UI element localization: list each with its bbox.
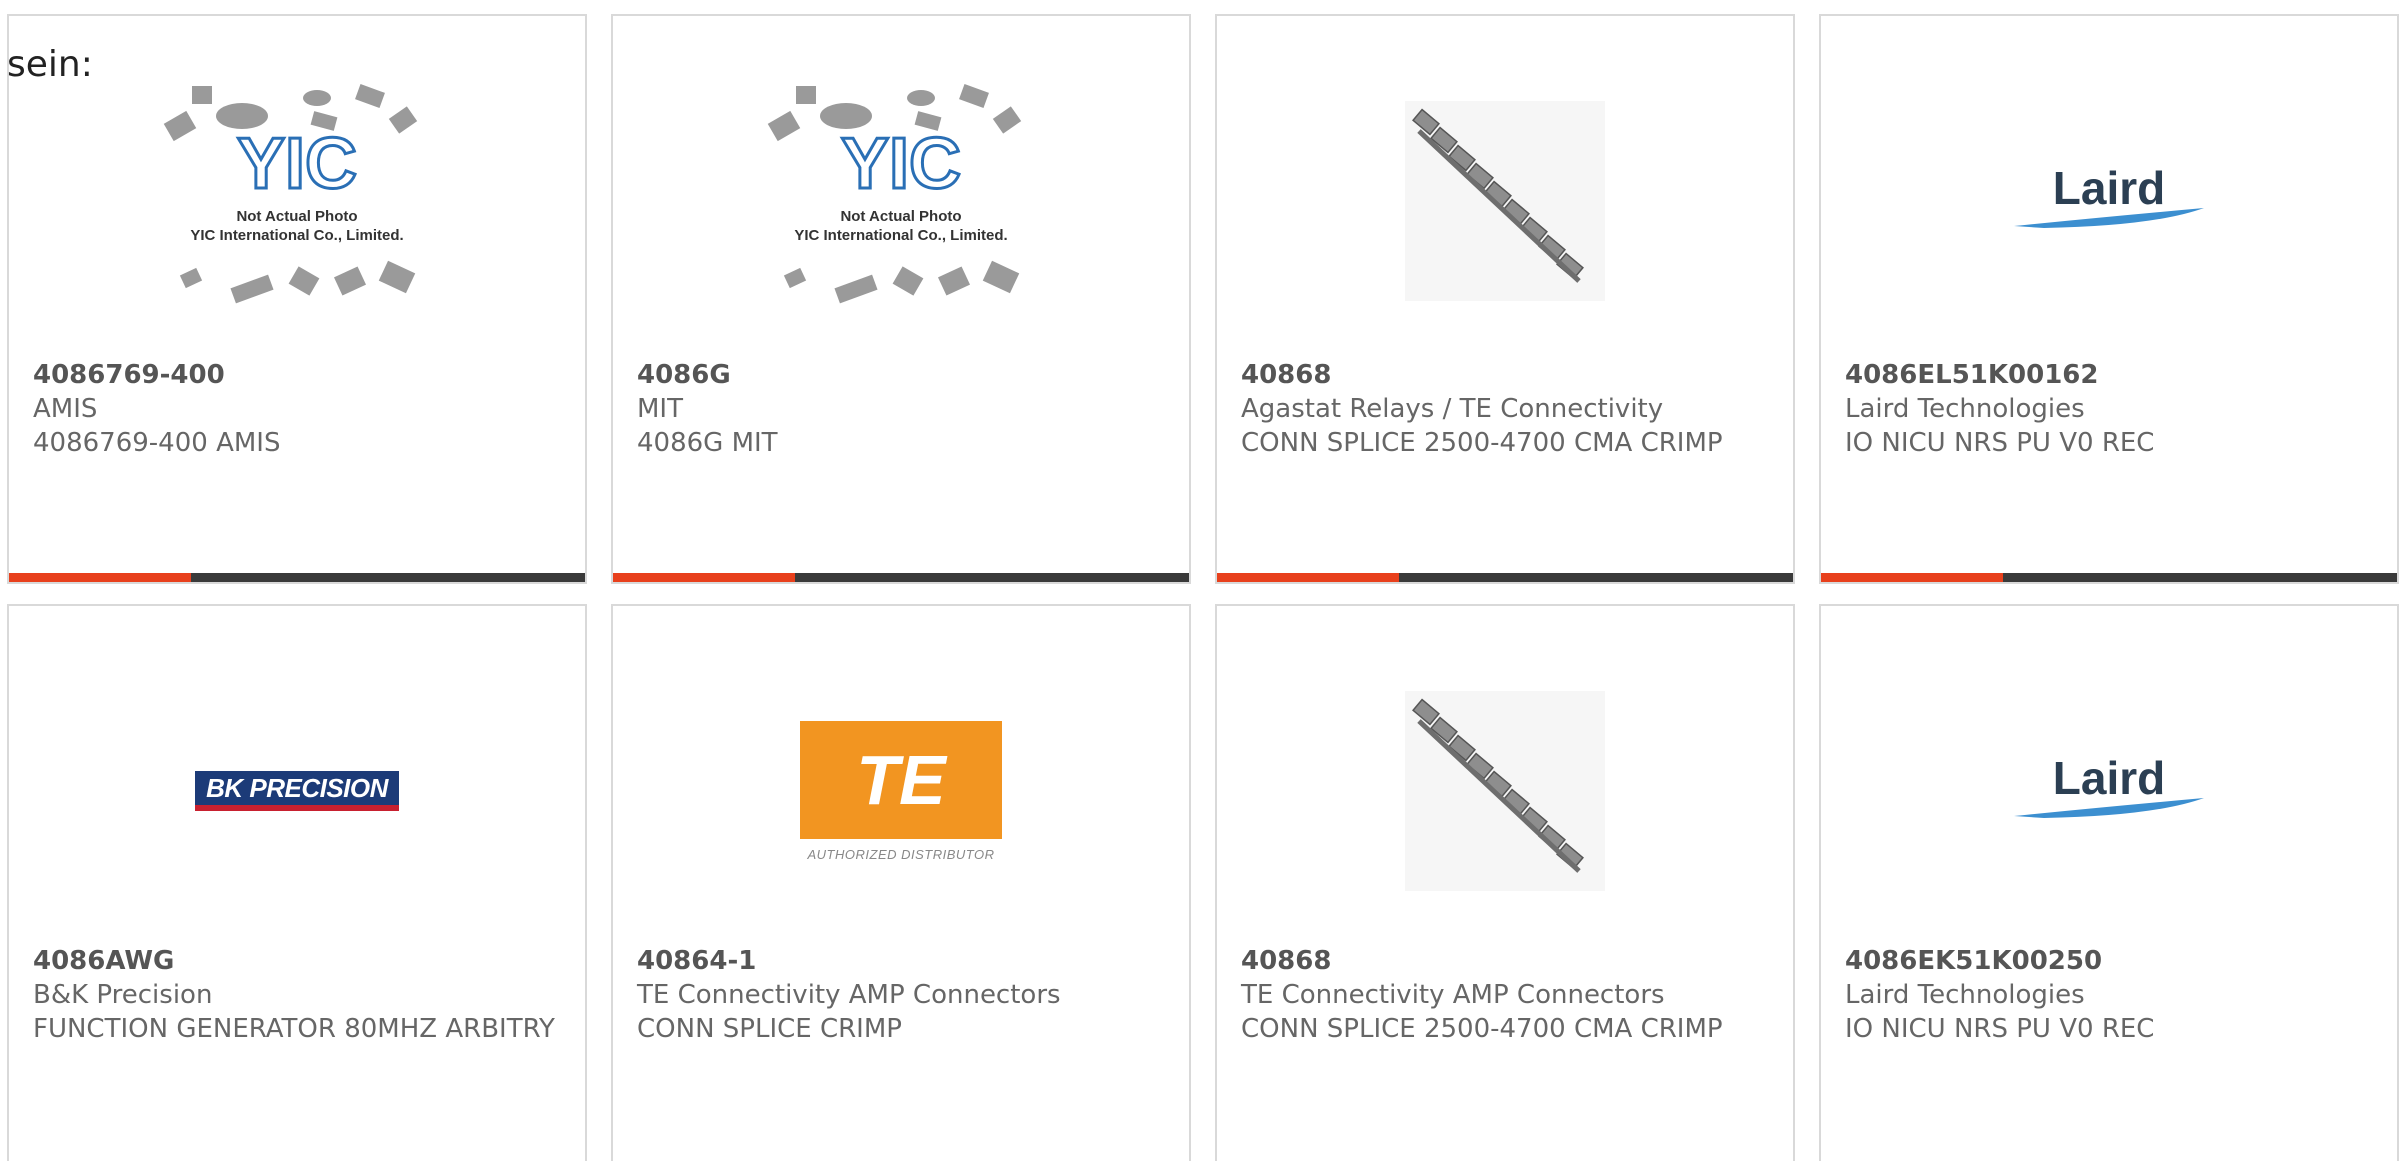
card-footer-bar xyxy=(9,573,585,582)
manufacturer: Laird Technologies xyxy=(1845,980,2085,1010)
product-card[interactable]: YIC Not Actual Photo YIC International C… xyxy=(7,14,587,584)
card-footer-accent xyxy=(1821,573,2003,582)
manufacturer: Agastat Relays / TE Connectivity xyxy=(1241,394,1664,424)
card-footer-accent xyxy=(1217,573,1399,582)
card-footer-bar xyxy=(1821,573,2397,582)
product-card[interactable]: 40868 TE Connectivity AMP Connectors CON… xyxy=(1215,604,1795,1161)
product-image: Laird xyxy=(1821,36,2397,366)
product-card[interactable]: YIC Not Actual Photo YIC International C… xyxy=(611,14,1191,584)
manufacturer: Laird Technologies xyxy=(1845,394,2085,424)
manufacturer: MIT xyxy=(637,394,683,424)
product-info: 4086769-400 AMIS 4086769-400 AMIS xyxy=(33,358,561,460)
description: CONN SPLICE 2500-4700 CMA CRIMP xyxy=(1241,1014,1723,1044)
part-number[interactable]: 40868 xyxy=(1241,944,1769,978)
yic-caption-line-2: YIC International Co., Limited. xyxy=(190,227,403,244)
product-image xyxy=(1217,626,1793,956)
description: CONN SPLICE 2500-4700 CMA CRIMP xyxy=(1241,428,1723,458)
manufacturer: TE Connectivity AMP Connectors xyxy=(637,980,1061,1010)
manufacturer: TE Connectivity AMP Connectors xyxy=(1241,980,1665,1010)
card-footer-bar xyxy=(1217,573,1793,582)
card-footer-accent xyxy=(613,573,795,582)
splice-strip-icon xyxy=(1405,691,1605,891)
product-card[interactable]: Laird 4086EL51K00162 Laird Technologies … xyxy=(1819,14,2399,584)
card-footer-accent xyxy=(9,573,191,582)
laird-logo: Laird xyxy=(2014,752,2204,818)
description: 4086G MIT xyxy=(637,428,778,458)
product-info: 4086AWG B&K Precision FUNCTION GENERATOR… xyxy=(33,944,561,1046)
product-image: TE AUTHORIZED DISTRIBUTOR xyxy=(613,626,1189,956)
part-number[interactable]: 4086EL51K00162 xyxy=(1845,358,2373,392)
te-logo: TE AUTHORIZED DISTRIBUTOR xyxy=(800,720,1002,862)
product-image: YIC Not Actual Photo YIC International C… xyxy=(9,36,585,366)
product-info: 4086G MIT 4086G MIT xyxy=(637,358,1165,460)
product-info: 40868 TE Connectivity AMP Connectors CON… xyxy=(1241,944,1769,1046)
product-info: 40864-1 TE Connectivity AMP Connectors C… xyxy=(637,944,1165,1046)
description: IO NICU NRS PU V0 REC xyxy=(1845,1014,2155,1044)
yic-caption-line-1: Not Actual Photo xyxy=(236,208,357,225)
laird-logo: Laird xyxy=(2014,162,2204,228)
part-number[interactable]: 40864-1 xyxy=(637,944,1165,978)
product-image: Laird xyxy=(1821,626,2397,956)
product-grid-page: sein: YIC Not Actual Photo YIC Internati… xyxy=(0,0,2400,1161)
part-number[interactable]: 4086AWG xyxy=(33,944,561,978)
product-image: YIC Not Actual Photo YIC International C… xyxy=(613,36,1189,366)
yic-mark: YIC xyxy=(841,124,961,204)
part-number[interactable]: 4086G xyxy=(637,358,1165,392)
manufacturer: AMIS xyxy=(33,394,98,424)
product-image xyxy=(1217,36,1793,366)
splice-strip-icon xyxy=(1405,101,1605,301)
yic-caption-line-1: Not Actual Photo xyxy=(840,208,961,225)
te-logo-mark: TE xyxy=(800,720,1002,839)
description: IO NICU NRS PU V0 REC xyxy=(1845,428,2155,458)
part-number[interactable]: 40868 xyxy=(1241,358,1769,392)
product-grid: YIC Not Actual Photo YIC International C… xyxy=(7,14,2399,1161)
yic-mark: YIC xyxy=(237,124,357,204)
description: 4086769-400 AMIS xyxy=(33,428,281,458)
laird-logo-text: Laird xyxy=(2053,752,2165,804)
card-footer-bar xyxy=(613,573,1189,582)
product-card[interactable]: BK PRECISION 4086AWG B&K Precision FUNCT… xyxy=(7,604,587,1161)
yic-caption-line-2: YIC International Co., Limited. xyxy=(794,227,1007,244)
yic-placeholder-icon: YIC Not Actual Photo YIC International C… xyxy=(163,84,418,304)
product-image: BK PRECISION xyxy=(9,626,585,956)
lead-text: sein: xyxy=(7,44,93,85)
part-number[interactable]: 4086EK51K00250 xyxy=(1845,944,2373,978)
description: CONN SPLICE CRIMP xyxy=(637,1014,902,1044)
product-card[interactable]: TE AUTHORIZED DISTRIBUTOR 40864-1 TE Con… xyxy=(611,604,1191,1161)
manufacturer: B&K Precision xyxy=(33,980,213,1010)
description: FUNCTION GENERATOR 80MHZ ARBITRY xyxy=(33,1014,555,1044)
product-info: 4086EK51K00250 Laird Technologies IO NIC… xyxy=(1845,944,2373,1046)
product-card[interactable]: 40868 Agastat Relays / TE Connectivity C… xyxy=(1215,14,1795,584)
product-info: 4086EL51K00162 Laird Technologies IO NIC… xyxy=(1845,358,2373,460)
bk-precision-logo: BK PRECISION xyxy=(195,771,399,811)
product-info: 40868 Agastat Relays / TE Connectivity C… xyxy=(1241,358,1769,460)
te-logo-subtitle: AUTHORIZED DISTRIBUTOR xyxy=(807,846,995,862)
yic-placeholder-icon: YIC Not Actual Photo YIC International C… xyxy=(767,84,1022,304)
laird-logo-text: Laird xyxy=(2053,162,2165,214)
part-number[interactable]: 4086769-400 xyxy=(33,358,561,392)
product-card[interactable]: Laird 4086EK51K00250 Laird Technologies … xyxy=(1819,604,2399,1161)
